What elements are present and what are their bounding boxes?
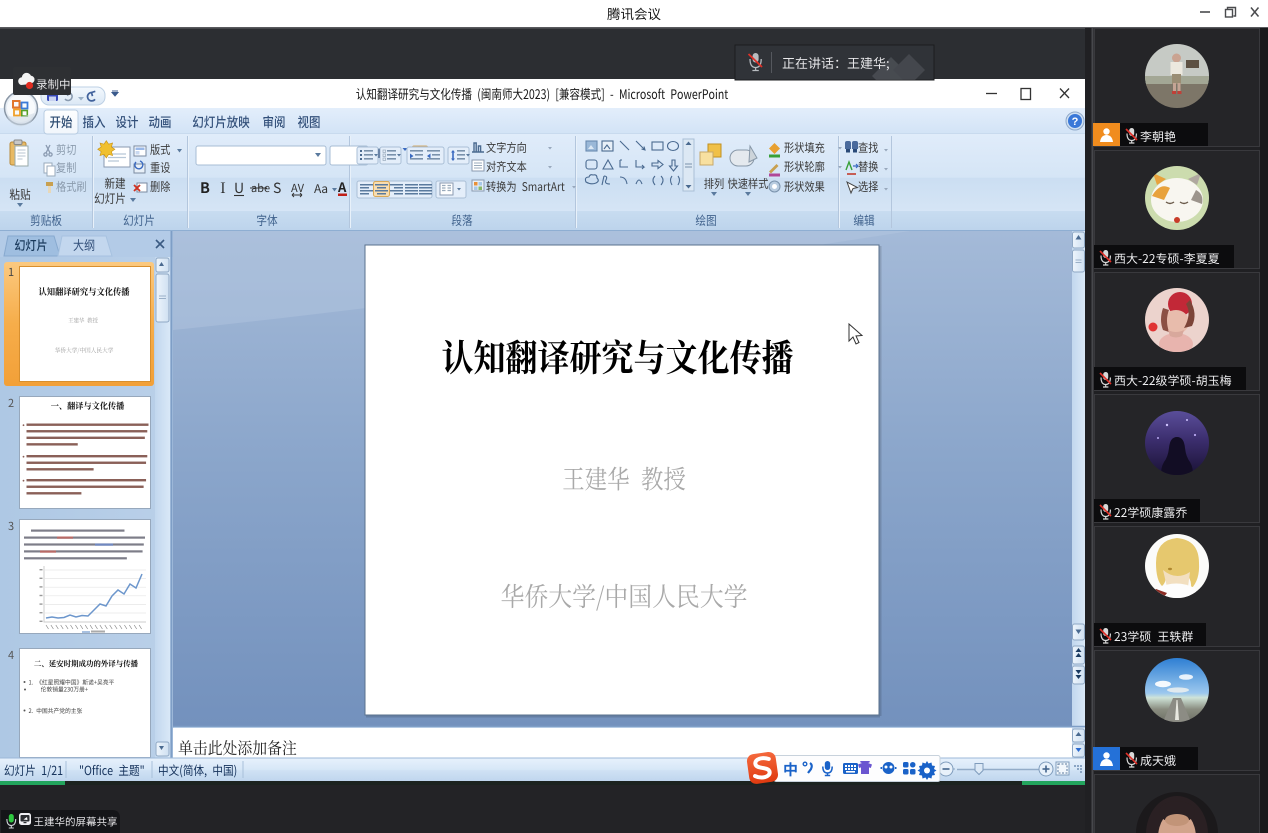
svg-text:?: ? xyxy=(1072,116,1079,128)
